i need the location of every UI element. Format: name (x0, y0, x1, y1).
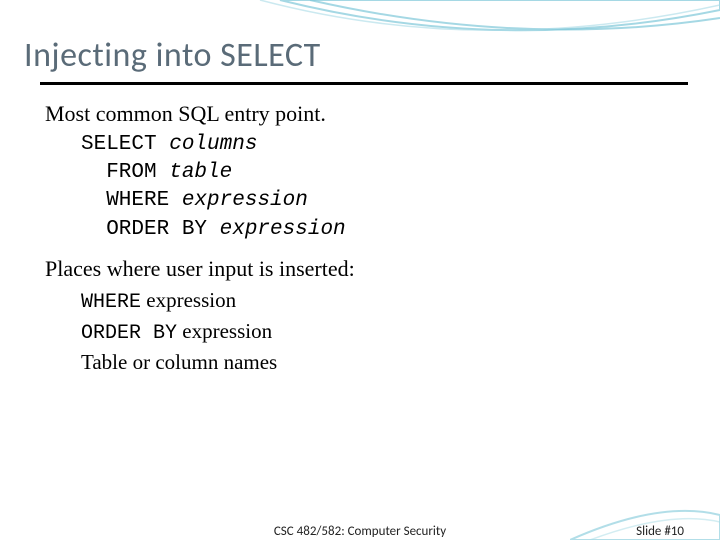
list-item: WHERE expression (81, 286, 680, 317)
code-inline: ORDER BY (81, 322, 177, 345)
footer-slide-number: Slide #10 (636, 524, 684, 539)
sql-code-block: SELECT columns FROM table WHERE expressi… (45, 131, 680, 244)
code-keyword: WHERE (81, 189, 182, 212)
slide-content: Most common SQL entry point. SELECT colu… (0, 85, 720, 377)
section1-heading: Most common SQL entry point. (45, 99, 680, 129)
code-keyword: SELECT (81, 133, 169, 156)
slide-title: Injecting into SELECT (0, 0, 720, 82)
code-keyword: FROM (81, 161, 169, 184)
code-placeholder: table (169, 161, 232, 184)
code-keyword: ORDER BY (81, 218, 220, 241)
insert-points-list: WHERE expression ORDER BY expression Tab… (45, 286, 680, 377)
code-placeholder: expression (220, 218, 346, 241)
list-item-text: expression (177, 319, 272, 343)
code-placeholder: columns (169, 133, 257, 156)
list-item: ORDER BY expression (81, 317, 680, 348)
list-item-text: expression (141, 288, 236, 312)
section2-heading: Places where user input is inserted: (45, 254, 680, 284)
footer-course: CSC 482/582: Computer Security (274, 524, 446, 539)
code-placeholder: expression (182, 189, 308, 212)
code-inline: WHERE (81, 291, 141, 314)
list-item: Table or column names (81, 348, 680, 377)
